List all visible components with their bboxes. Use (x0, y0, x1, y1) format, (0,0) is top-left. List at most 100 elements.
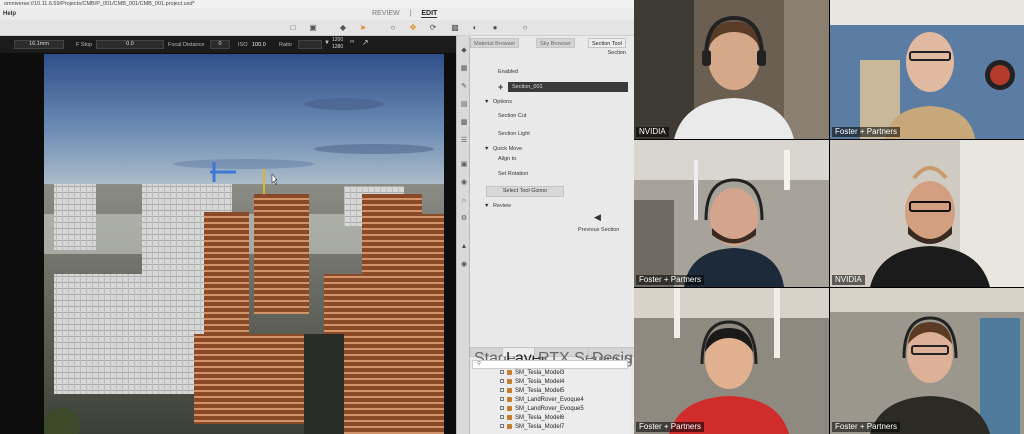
hint-icon[interactable]: ○ (520, 23, 530, 33)
visibility-checkbox[interactable] (500, 370, 504, 374)
participant-name: Foster + Partners (832, 127, 901, 137)
previous-section-icon[interactable]: ◀ (594, 212, 604, 222)
book-icon[interactable]: ▤ (459, 100, 469, 110)
lightbulb-icon[interactable]: ○ (388, 23, 398, 33)
participant-video (830, 0, 1024, 139)
list-item[interactable]: SM_Tesla_Model5 (500, 388, 564, 394)
ratio-label: Ratio (279, 42, 292, 48)
gear-icon[interactable]: ⚙ (459, 214, 469, 224)
visibility-checkbox[interactable] (500, 388, 504, 392)
scale-icon[interactable]: ▩ (450, 23, 460, 33)
participant-tile[interactable]: NVIDIA (634, 0, 829, 139)
clapper-icon[interactable]: ▩ (459, 118, 469, 128)
layer-name: SM_Tesla_Model5 (515, 388, 565, 394)
camera-settings-bar: 16.1mm F Stop 0.0 Focal Distance 0 ISO 1… (0, 36, 456, 53)
iso-value[interactable]: 100.0 (252, 42, 266, 48)
participant-video (830, 288, 1024, 434)
window-title: omniverse://10.11.6.59/Projects/CMB/P_00… (0, 0, 634, 8)
mode-edit[interactable]: EDIT (421, 10, 438, 18)
participant-name: Foster + Partners (832, 422, 901, 432)
enabled-label[interactable]: Enabled (498, 69, 518, 75)
location-pin-icon[interactable]: ◉ (459, 178, 469, 188)
focal-distance-field[interactable]: 0 (210, 40, 230, 49)
camera-icon[interactable]: ● (490, 23, 500, 33)
list-item[interactable]: SM_LandRover_Evoque4 (500, 397, 584, 403)
brush-icon[interactable]: ✎ (459, 82, 469, 92)
list-item[interactable]: SM_Tesla_Model6 (500, 415, 564, 421)
visibility-checkbox[interactable] (500, 424, 504, 428)
quick-move-header[interactable]: Quick Move (493, 146, 522, 152)
mode-review[interactable]: REVIEW (372, 10, 400, 17)
calendar-icon[interactable]: ▣ (459, 160, 469, 170)
mesh-icon (507, 406, 512, 411)
select-tool-gizmo-button[interactable]: Select Tool Gizmo (486, 186, 564, 197)
list-item[interactable]: SM_Tesla_Model4 (500, 379, 564, 385)
omniverse-app: omniverse://10.11.6.59/Projects/CMB/P_00… (0, 0, 634, 434)
participant-tile[interactable]: Foster + Partners (830, 288, 1024, 434)
tab-section-tool[interactable]: Section Tool (588, 38, 626, 48)
section-cut-label[interactable]: Section Cut (498, 113, 526, 119)
eye-icon[interactable]: ◉ (459, 260, 469, 270)
expand-icon[interactable]: ↗ (362, 38, 369, 47)
tab-material-browser[interactable]: Material Browser (470, 38, 520, 48)
resolution-width[interactable]: 1200 (332, 37, 343, 43)
participant-name: Foster + Partners (636, 422, 705, 432)
list-item[interactable]: SM_Tesla_Model7 (500, 424, 564, 430)
add-section-icon[interactable]: + (498, 82, 506, 92)
layer-name: SM_LandRover_Evoque5 (515, 406, 584, 412)
previous-section-label[interactable]: Previous Section (578, 227, 619, 233)
align-to-label[interactable]: Align to (498, 156, 516, 162)
mesh-icon (507, 397, 512, 402)
move-icon[interactable]: ✥ (408, 23, 418, 33)
link-icon[interactable]: ∞ (350, 39, 354, 45)
layer-name: SM_Tesla_Model3 (515, 370, 565, 376)
snap-icon[interactable]: ◐ (470, 23, 480, 33)
tab-design-review[interactable]: Design Review (588, 347, 634, 367)
section-light-label[interactable]: Section Light (498, 131, 530, 137)
participant-tile[interactable]: Foster + Partners (634, 288, 829, 434)
list-item[interactable]: SM_LandRover_Evoque5 (500, 406, 584, 412)
section-tool-icon[interactable]: ◆ (459, 46, 469, 56)
tool-icon-strip: ◆ ▦ ✎ ▤ ▩ ☰ ▣ ◉ ☼ ⚙ ▲ ◉ (456, 36, 470, 434)
pointer-icon[interactable]: ➤ (358, 23, 368, 33)
participant-tile[interactable]: Foster + Partners (830, 0, 1024, 139)
resolution-height[interactable]: 1280 (332, 44, 343, 50)
mesh-icon (507, 370, 512, 375)
quick-move-collapse-icon[interactable]: ▼ (484, 146, 489, 152)
visibility-checkbox[interactable] (500, 406, 504, 410)
sun-icon[interactable]: ☼ (459, 196, 469, 206)
list-item[interactable]: SM_Tesla_Model3 (500, 370, 564, 376)
review-header[interactable]: Review (493, 203, 511, 209)
chevron-down-icon[interactable]: ▼ (324, 40, 330, 46)
menu-help[interactable]: Help (3, 11, 16, 17)
fstop-field[interactable]: 0.0 (96, 40, 164, 49)
options-collapse-icon[interactable]: ▼ (484, 99, 489, 105)
ratio-field[interactable] (298, 40, 322, 49)
bottom-tabs: Stage Layer RTX Settings Design Review (470, 347, 634, 367)
review-collapse-icon[interactable]: ▼ (484, 203, 489, 209)
visibility-checkbox[interactable] (500, 397, 504, 401)
focal-length-field[interactable]: 16.1mm (14, 40, 64, 49)
participant-tile[interactable]: NVIDIA (830, 140, 1024, 287)
select-mode-icon[interactable]: ◆ (338, 23, 348, 33)
save-icon[interactable]: ▣ (308, 23, 318, 33)
network-icon[interactable]: ▲ (459, 242, 469, 252)
panel-header: Section (607, 50, 626, 56)
options-header[interactable]: Options (493, 99, 512, 105)
video-call-grid: NVIDIA Foster + Partners Foster + Partne… (634, 0, 1024, 434)
open-folder-icon[interactable]: □ (288, 23, 298, 33)
visibility-checkbox[interactable] (500, 415, 504, 419)
city-render[interactable] (44, 54, 444, 434)
visibility-checkbox[interactable] (500, 379, 504, 383)
rotate-icon[interactable]: ⟳ (428, 23, 438, 33)
image-icon[interactable]: ▦ (459, 64, 469, 74)
set-rotation-label[interactable]: Set Rotation (498, 171, 528, 177)
participant-tile[interactable]: Foster + Partners (634, 140, 829, 287)
section-name-field[interactable]: Section_001 (508, 82, 628, 92)
participant-name: NVIDIA (636, 127, 669, 137)
render-viewport[interactable]: 16.1mm F Stop 0.0 Focal Distance 0 ISO 1… (0, 36, 456, 434)
iso-label: ISO (238, 42, 248, 48)
layer-search-input[interactable]: ⚲ (472, 360, 628, 369)
list-icon[interactable]: ☰ (459, 136, 469, 146)
tab-sky-browser[interactable]: Sky Browser (536, 38, 575, 48)
